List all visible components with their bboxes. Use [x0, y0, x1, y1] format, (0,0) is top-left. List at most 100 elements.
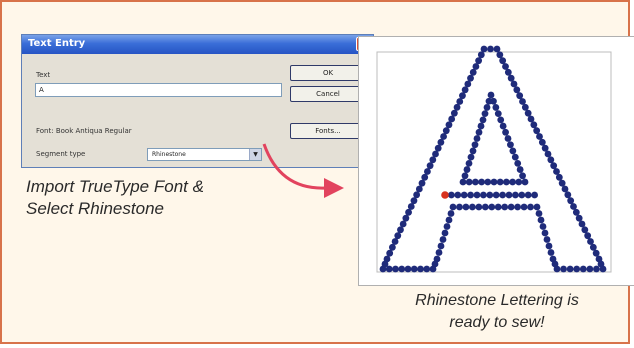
- rhinestone: [553, 168, 560, 175]
- rhinestone: [520, 203, 528, 211]
- rhinestone: [477, 51, 485, 59]
- rhinestone: [424, 168, 431, 175]
- rhinestone: [586, 265, 594, 273]
- rhinestone: [527, 115, 535, 123]
- rhinestone: [493, 45, 501, 53]
- rhinestone: [550, 162, 558, 170]
- rhinestone: [578, 220, 586, 228]
- rhinestone: [468, 203, 476, 211]
- rhinestone: [541, 144, 549, 152]
- rhinestone: [480, 45, 488, 53]
- rhinestone: [469, 147, 477, 155]
- design-canvas[interactable]: [358, 36, 634, 286]
- rhinestone: [575, 214, 583, 222]
- rhinestone: [544, 150, 552, 158]
- rhinestone: [538, 138, 546, 146]
- rhinestone: [566, 265, 574, 273]
- rhinestone: [413, 191, 421, 199]
- rhinestone: [432, 150, 439, 158]
- rhinestone: [521, 103, 529, 111]
- rhinestone: [514, 203, 522, 211]
- curved-arrow-icon: [262, 143, 344, 198]
- rhinestone: [536, 133, 543, 140]
- lettering-caption: Rhinestone Lettering is ready to sew!: [374, 290, 620, 334]
- rhinestone: [469, 68, 477, 76]
- rhinestone: [560, 265, 567, 273]
- rhinestone: [417, 265, 424, 273]
- import-caption-line1: Import TrueType Font &: [26, 177, 204, 196]
- content-panel: Text Entry × Text A OK Cancel Fonts... F…: [0, 0, 634, 344]
- rhinestone: [463, 166, 471, 173]
- fonts-button[interactable]: Fonts...: [290, 123, 366, 139]
- rhinestone: [530, 121, 538, 129]
- rhinestone: [535, 210, 543, 217]
- rhinestone: [558, 179, 566, 187]
- rhinestone: [459, 178, 467, 186]
- rhinestone: [456, 98, 464, 105]
- selection-frame: [376, 51, 612, 273]
- rhinestone: [402, 214, 410, 222]
- rhinestone: [505, 191, 513, 199]
- rhinestone: [467, 74, 474, 82]
- rhinestone: [462, 203, 470, 211]
- rhinestone: [521, 178, 529, 186]
- rhinestone: [473, 191, 481, 199]
- ok-button[interactable]: OK: [290, 65, 366, 81]
- rhinestone: [479, 116, 487, 124]
- import-caption-line2: Select Rhinestone: [26, 199, 164, 218]
- rhinestone: [456, 203, 463, 211]
- rhinestone: [415, 185, 423, 193]
- rhinestone: [561, 185, 569, 193]
- dialog-title: Text Entry: [28, 38, 86, 49]
- rhinestone: [543, 236, 551, 243]
- font-label: Font: Book Antiqua Regular: [36, 127, 132, 135]
- rhinestone: [581, 226, 589, 234]
- rhinestone: [453, 103, 461, 111]
- rhinestone: [454, 191, 462, 199]
- rhinestone: [584, 232, 592, 240]
- rhinestone: [445, 121, 453, 129]
- rhinestone: [541, 229, 549, 237]
- rhinestone: [519, 172, 526, 180]
- rhinestone: [475, 57, 483, 65]
- rhinestone: [448, 191, 455, 199]
- rhinestone: [486, 191, 494, 199]
- rhinestone: [513, 86, 521, 94]
- cancel-button[interactable]: Cancel: [290, 86, 366, 102]
- rhinestone: [570, 203, 577, 210]
- rhinestone: [504, 68, 512, 76]
- rhinestone: [502, 128, 509, 136]
- rhinestone: [388, 243, 396, 251]
- rhinestone: [509, 147, 517, 155]
- rhinestone: [399, 220, 407, 228]
- rhinestone: [494, 203, 502, 211]
- rhinestone: [492, 104, 500, 111]
- rhinestone: [497, 116, 505, 124]
- rhinestone: [392, 265, 399, 273]
- rhinestone: [579, 265, 587, 273]
- text-input[interactable]: A: [35, 83, 282, 97]
- lettering-caption-line1: Rhinestone Lettering is: [415, 292, 579, 309]
- rhinestone: [445, 216, 453, 224]
- rhinestone: [547, 249, 555, 256]
- rhinestone: [440, 133, 447, 140]
- start-stone: [441, 191, 449, 199]
- rhinestone: [504, 135, 512, 142]
- lettering-caption-line2: ready to sew!: [449, 314, 545, 331]
- rhinestone: [383, 255, 391, 263]
- rhinestone: [461, 172, 469, 180]
- rhinestone: [394, 232, 402, 240]
- rhinestone: [499, 191, 506, 199]
- rhinestone: [516, 166, 524, 173]
- rhinestone: [507, 203, 515, 211]
- rhinestone: [545, 242, 553, 250]
- segment-type-select[interactable]: Rhinestone ▼: [147, 148, 262, 161]
- rhinestone: [524, 191, 532, 199]
- rhinestone: [564, 191, 572, 199]
- rhinestone: [467, 191, 474, 199]
- rhinestone: [501, 203, 509, 211]
- rhinestone: [593, 265, 600, 273]
- rhinestone: [471, 141, 479, 149]
- rhinestone: [467, 153, 475, 161]
- rhinestone: [567, 197, 575, 205]
